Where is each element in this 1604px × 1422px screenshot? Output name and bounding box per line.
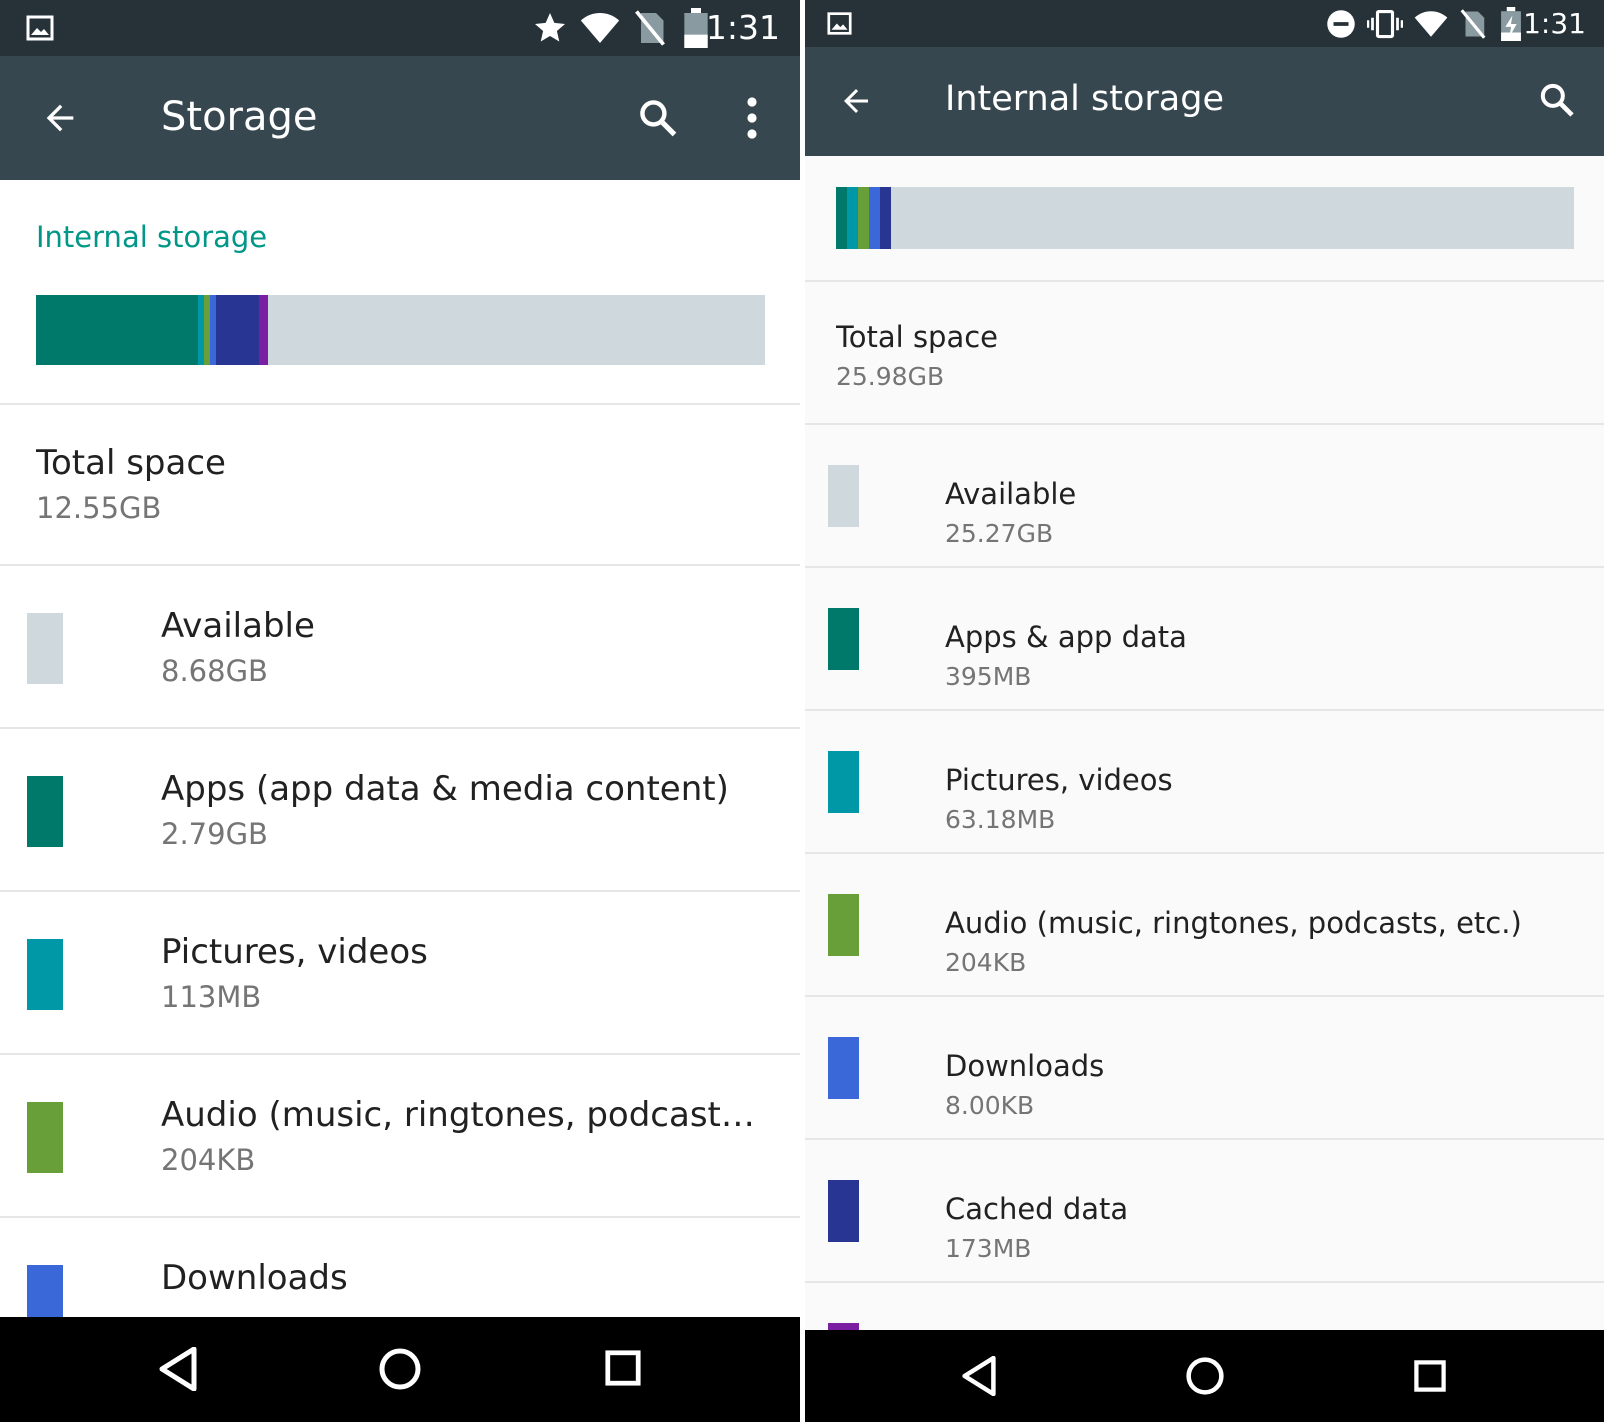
total-space-label: Total space: [36, 443, 226, 483]
category-label: Audio (music, ringtones, podcasts, etc.): [945, 906, 1522, 940]
storage-usage-bar: [36, 295, 765, 365]
nav-home-icon[interactable]: [378, 1347, 422, 1391]
vibrate-icon: [1367, 9, 1403, 39]
category-size: 63.18MB: [945, 805, 1056, 834]
category-size: 8.68GB: [161, 654, 268, 688]
nav-home-icon[interactable]: [1185, 1356, 1225, 1396]
storage-bar-segment: [880, 187, 892, 249]
wifi-icon: [1414, 11, 1448, 37]
right-screen: 1:31 Internal storage Total space 25.98G…: [805, 0, 1604, 1422]
nav-back-icon[interactable]: [961, 1356, 997, 1396]
category-label: Audio (music, ringtones, podcasts, et..: [161, 1095, 761, 1135]
back-arrow-icon[interactable]: [40, 98, 80, 138]
image-notification-icon: [827, 12, 852, 35]
nav-recents-icon[interactable]: [1413, 1359, 1447, 1393]
status-bar: 1:31: [805, 0, 1604, 47]
search-icon[interactable]: [636, 96, 680, 140]
category-color-swatch: [27, 939, 63, 1010]
clock: 1:31: [705, 8, 780, 47]
storage-category-row[interactable]: Cached data 173MB: [805, 1140, 1604, 1283]
star-icon: [535, 13, 565, 42]
storage-category-row[interactable]: Pictures, videos 113MB: [0, 892, 800, 1055]
navigation-bar: [805, 1330, 1604, 1422]
category-size: 204KB: [161, 1143, 256, 1177]
storage-bar-available-segment: [267, 295, 765, 365]
nav-back-icon[interactable]: [158, 1347, 198, 1391]
overflow-menu-icon[interactable]: [736, 94, 768, 142]
nav-recents-icon[interactable]: [604, 1349, 642, 1387]
category-size: 8.00KB: [945, 1091, 1035, 1120]
total-space-value: 12.55GB: [36, 491, 162, 525]
category-size: 25.27GB: [945, 519, 1054, 548]
storage-bar-available-segment: [891, 187, 1574, 249]
category-color-swatch: [828, 751, 859, 813]
storage-category-row[interactable]: Apps (app data & media content) 2.79GB: [0, 729, 800, 892]
storage-category-row[interactable]: Available 25.27GB: [805, 425, 1604, 568]
app-toolbar: Storage: [0, 56, 800, 180]
total-space: Total space 25.98GB: [805, 280, 1604, 425]
storage-bar-segment: [216, 295, 260, 365]
category-label: Pictures, videos: [161, 932, 428, 972]
storage-category-row[interactable]: Apps & app data 395MB: [805, 568, 1604, 711]
category-label: Downloads: [945, 1049, 1105, 1083]
status-bar: 1:31: [0, 0, 800, 56]
category-size: 2.79GB: [161, 817, 268, 851]
storage-category-row[interactable]: Audio (music, ringtones, podcasts, etc.)…: [805, 854, 1604, 997]
category-size: 204KB: [945, 948, 1027, 977]
left-screen: 1:31 Storage Internal storage Total spac…: [0, 0, 800, 1422]
category-label: Available: [945, 477, 1077, 511]
no-sim-icon: [1460, 9, 1486, 39]
category-size: 113MB: [161, 980, 262, 1014]
category-size: 173MB: [945, 1234, 1032, 1263]
category-color-swatch: [828, 1180, 859, 1242]
storage-category-row[interactable]: Available 8.68GB: [0, 566, 800, 729]
storage-category-row[interactable]: Downloads 8.00KB: [805, 997, 1604, 1140]
app-toolbar: Internal storage: [805, 47, 1604, 156]
navigation-bar: [0, 1317, 800, 1422]
page-title: Internal storage: [945, 79, 1224, 119]
storage-bar-segment: [869, 187, 881, 249]
battery-charging-icon: [1501, 7, 1521, 41]
wifi-icon: [580, 13, 620, 43]
category-color-swatch: [27, 776, 63, 847]
category-label: Cached data: [945, 1192, 1129, 1226]
category-label: Apps & app data: [945, 620, 1187, 654]
category-color-swatch: [828, 465, 859, 527]
section-header-internal-storage: Internal storage: [36, 220, 268, 254]
storage-bar-segment: [836, 187, 848, 249]
category-color-swatch: [828, 1037, 859, 1099]
category-color-swatch: [828, 894, 859, 956]
storage-bar-segment: [858, 187, 870, 249]
total-space-label: Total space: [836, 320, 999, 354]
back-arrow-icon[interactable]: [838, 83, 874, 119]
category-label: Pictures, videos: [945, 763, 1173, 797]
battery-icon: [684, 8, 708, 48]
category-label: Downloads: [161, 1258, 348, 1298]
storage-bar-segment: [36, 295, 198, 365]
category-label: Available: [161, 606, 315, 646]
category-color-swatch: [828, 608, 859, 670]
category-label: Apps (app data & media content): [161, 769, 729, 809]
storage-category-row[interactable]: Pictures, videos 63.18MB: [805, 711, 1604, 854]
total-space: Total space 12.55GB: [0, 403, 800, 566]
storage-bar-segment: [847, 187, 859, 249]
storage-category-row[interactable]: Audio (music, ringtones, podcasts, et.. 2…: [0, 1055, 800, 1218]
no-sim-icon: [635, 10, 665, 46]
category-color-swatch: [27, 1102, 63, 1173]
storage-bar-segment: [259, 295, 268, 365]
clock: 1:31: [1523, 7, 1586, 40]
total-space-value: 25.98GB: [836, 362, 945, 391]
page-title: Storage: [161, 94, 318, 140]
search-icon[interactable]: [1537, 80, 1577, 120]
category-color-swatch: [27, 613, 63, 684]
do-not-disturb-icon: [1327, 10, 1355, 38]
image-notification-icon: [26, 15, 54, 41]
category-size: 395MB: [945, 662, 1032, 691]
storage-usage-bar: [836, 187, 1574, 249]
